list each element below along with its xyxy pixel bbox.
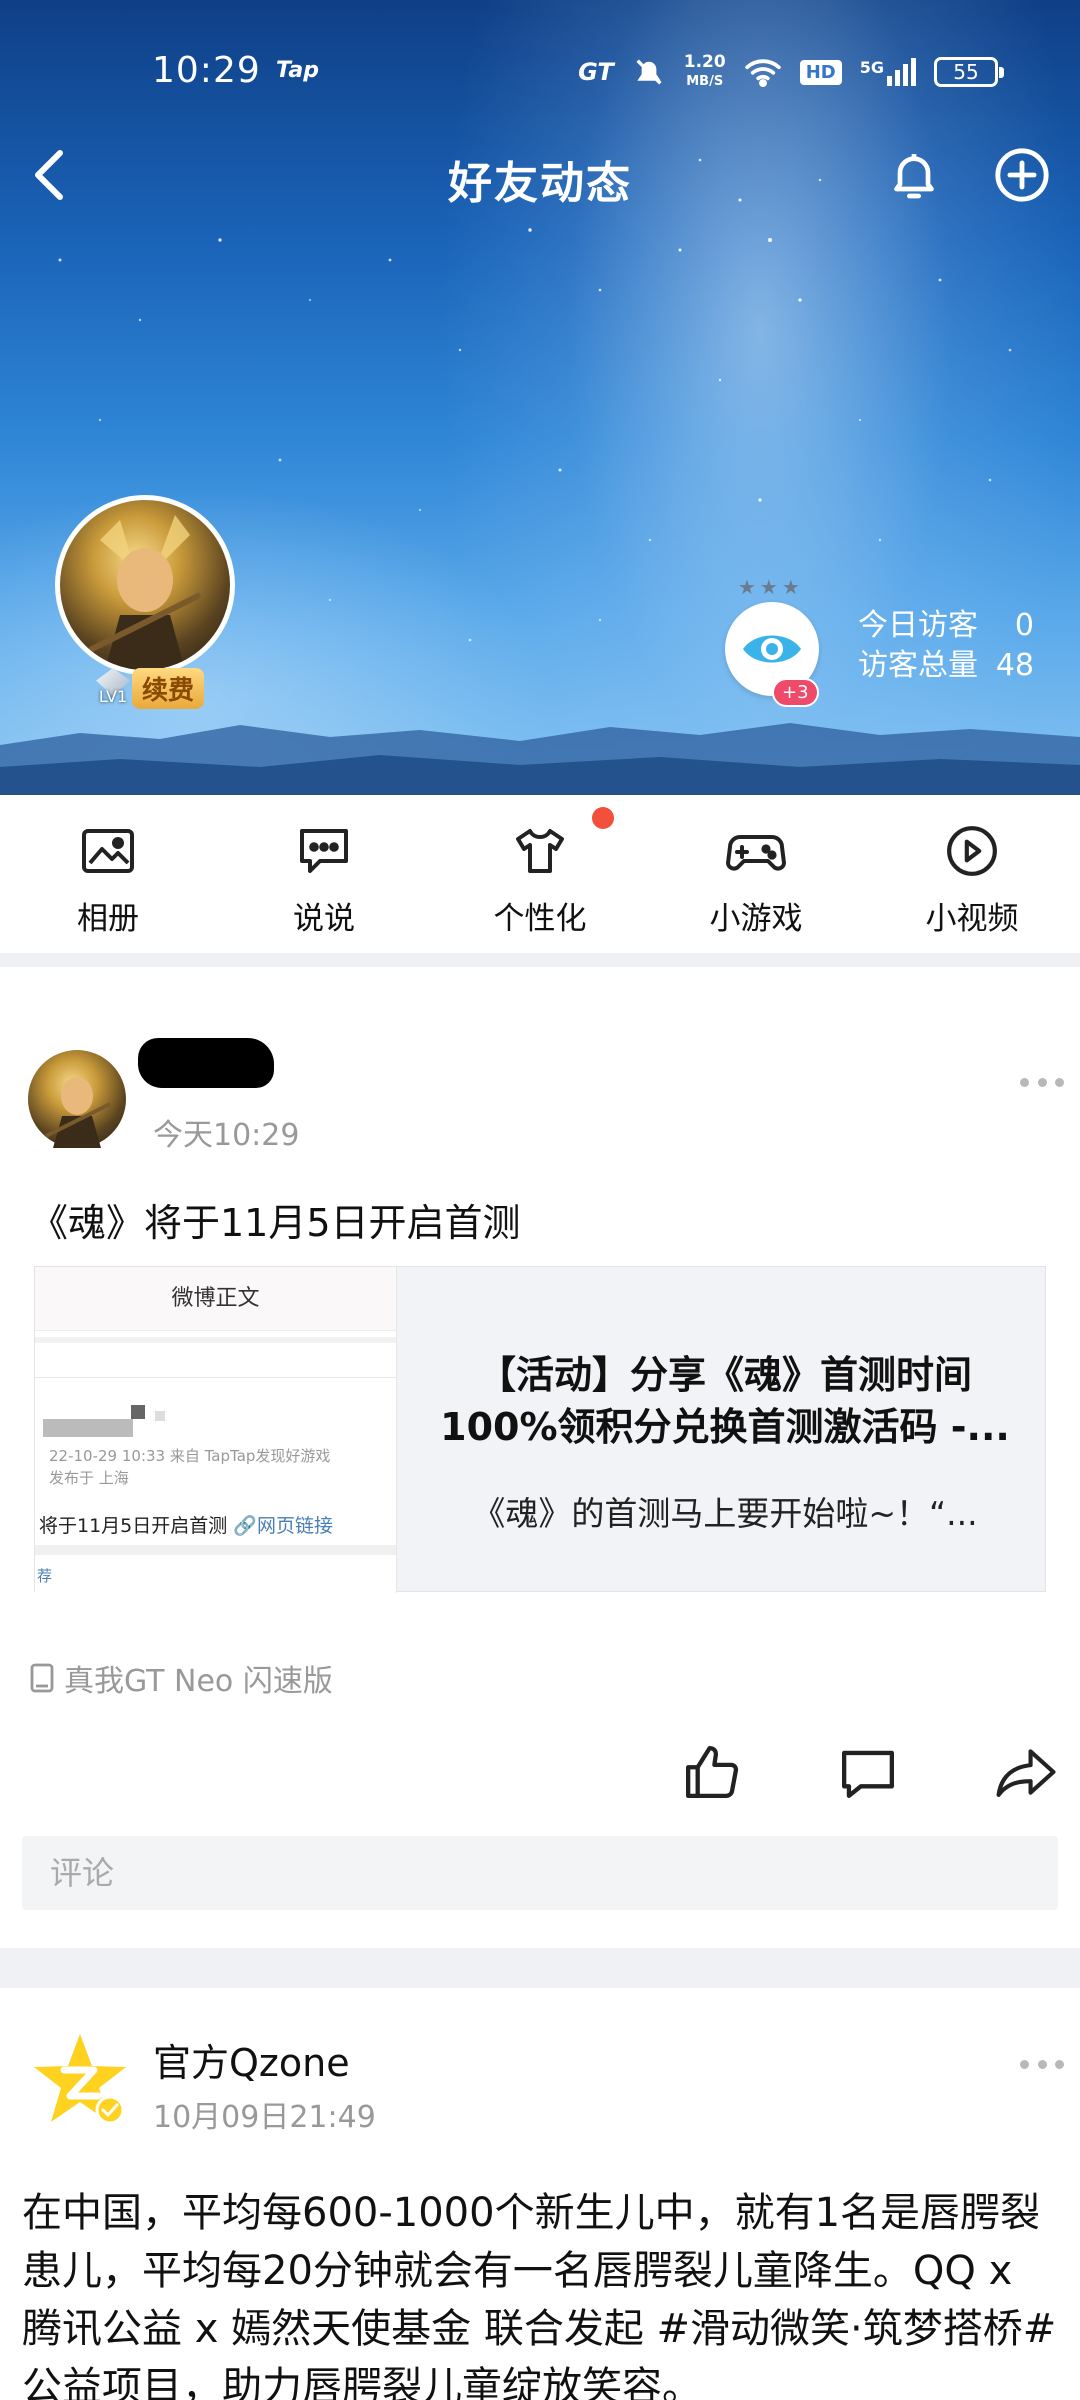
avatar-illustration <box>88 515 202 670</box>
section-divider <box>0 953 1080 967</box>
personalize-notification-dot <box>592 807 614 829</box>
menu-label-moments: 说说 <box>293 901 355 937</box>
thumb-header: 微博正文 <box>35 1267 396 1331</box>
net-speed-unit: MB/S <box>686 74 724 89</box>
plus-circle-icon <box>995 148 1049 202</box>
visitor-new-badge: +3 <box>772 678 819 707</box>
image-icon <box>78 821 138 881</box>
qzone-star-logo-icon[interactable] <box>30 2030 130 2130</box>
hd-icon: HD <box>799 59 842 85</box>
quick-menu: 相册 说说 个性化 小游戏 小视频 <box>0 795 1080 953</box>
thumb-blur-block <box>155 1411 165 1421</box>
avatar-illustration <box>45 1077 111 1148</box>
post-more-button[interactable] <box>1020 2052 1064 2076</box>
net-speed: 1.20 MB/S <box>684 53 726 91</box>
thumb-recommend: 荐 <box>37 1567 53 1585</box>
menu-label-album: 相册 <box>77 901 139 937</box>
section-divider <box>0 1948 1080 1988</box>
renew-button[interactable]: 续费 <box>132 667 205 709</box>
thumbs-up-icon <box>686 1746 739 1798</box>
thumb-blur-block <box>35 1377 396 1378</box>
battery-indicator: 55 <box>934 57 1004 87</box>
thumb-blur-block <box>43 1419 133 1437</box>
menu-label-minigames: 小游戏 <box>709 901 803 937</box>
comment-icon <box>842 1750 894 1798</box>
link-card-description: 《魂》的首测马上要开始啦~！“... <box>472 1494 978 1533</box>
today-visitors-value: 0 <box>1014 608 1034 643</box>
total-visitors-label: 访客总量 <box>858 648 978 683</box>
status-icons: GT 1.20 MB/S HD 5G 55 <box>578 50 1004 94</box>
comment-button[interactable] <box>832 1736 904 1808</box>
eye-icon <box>743 635 801 663</box>
visitor-stats[interactable]: 今日访客 0 访客总量 48 <box>858 606 1034 686</box>
gamepad-icon <box>726 821 786 881</box>
cover-header: 10:29 Tap GT 1.20 MB/S HD 5G 55 好友动态 LV1… <box>0 0 1080 795</box>
signal-icon: 5G <box>860 58 916 86</box>
today-visitors-label: 今日访客 <box>858 608 978 643</box>
gt-mode-icon: GT <box>578 58 614 86</box>
post-text: 在中国，平均每600-1000个新生儿中，就有1名是唇腭裂患儿，平均每20分钟就… <box>22 2190 1057 2400</box>
status-bar: 10:29 Tap GT 1.20 MB/S HD 5G 55 <box>0 40 1080 100</box>
top-bar: 好友动态 <box>0 135 1080 215</box>
chat-bubble-icon <box>294 821 354 881</box>
post-text: 《魂》将于11月5日开启首测 <box>30 1201 521 1245</box>
post-author-avatar[interactable] <box>28 1050 126 1148</box>
status-app-tag: Tap <box>276 58 319 83</box>
link-card-thumbnail: 微博正文 22-10-29 10:33 来自 TapTap发现好游戏 发布于 上… <box>35 1267 397 1593</box>
comment-input[interactable]: 评论 <box>22 1836 1058 1910</box>
like-button[interactable] <box>676 1736 748 1808</box>
post-device: 真我GT Neo 闪速版 <box>30 1656 333 1700</box>
notifications-button[interactable] <box>880 141 948 209</box>
post-time: 10月09日21:49 <box>153 2100 376 2135</box>
menu-item-shortvideo[interactable]: 小视频 <box>864 795 1080 953</box>
total-visitors-value: 48 <box>995 648 1034 683</box>
post-more-button[interactable] <box>1020 1070 1064 1094</box>
phone-icon <box>30 1663 54 1693</box>
thumb-blur-block <box>131 1405 145 1419</box>
post-time: 今天10:29 <box>153 1118 300 1153</box>
post-author-name[interactable]: 官方Qzone <box>153 2032 350 2087</box>
redacted-username <box>138 1038 274 1088</box>
bell-muted-icon <box>636 59 662 85</box>
thumb-meta: 22-10-29 10:33 来自 TapTap发现好游戏 <box>49 1447 331 1465</box>
wifi-icon <box>744 59 781 87</box>
menu-item-personalize[interactable]: 个性化 <box>432 795 648 953</box>
level-badge[interactable]: LV1 续费 <box>88 667 205 709</box>
profile-avatar[interactable] <box>55 495 235 675</box>
post-actions <box>0 1736 1080 1816</box>
shared-link-card[interactable]: 微博正文 22-10-29 10:33 来自 TapTap发现好游戏 发布于 上… <box>34 1266 1046 1593</box>
thumb-blur-block <box>35 1337 396 1343</box>
visitor-stars-icon: ★★★ <box>738 575 804 599</box>
link-card-title: 【活动】分享《魂》首测时间100%领积分兑换首测激活码 -... <box>440 1353 1010 1449</box>
menu-item-moments[interactable]: 说说 <box>216 795 432 953</box>
net-speed-value: 1.20 <box>683 52 726 72</box>
share-button[interactable] <box>990 1736 1062 1808</box>
share-arrow-icon <box>996 1749 1056 1797</box>
menu-item-minigames[interactable]: 小游戏 <box>648 795 864 953</box>
bell-icon <box>894 154 934 199</box>
menu-label-personalize: 个性化 <box>493 901 587 937</box>
thumb-location: 发布于 上海 <box>49 1469 129 1487</box>
tshirt-icon <box>510 821 570 881</box>
play-circle-icon <box>942 821 1002 881</box>
thumb-line: 将于11月5日开启首测 🔗网页链接 <box>39 1515 333 1537</box>
thumb-blur-block <box>35 1545 396 1555</box>
add-post-button[interactable] <box>988 141 1056 209</box>
menu-item-album[interactable]: 相册 <box>0 795 216 953</box>
status-time: 10:29 <box>152 50 261 91</box>
menu-label-shortvideo: 小视频 <box>925 901 1019 937</box>
level-diamond-icon: LV1 <box>88 668 138 708</box>
